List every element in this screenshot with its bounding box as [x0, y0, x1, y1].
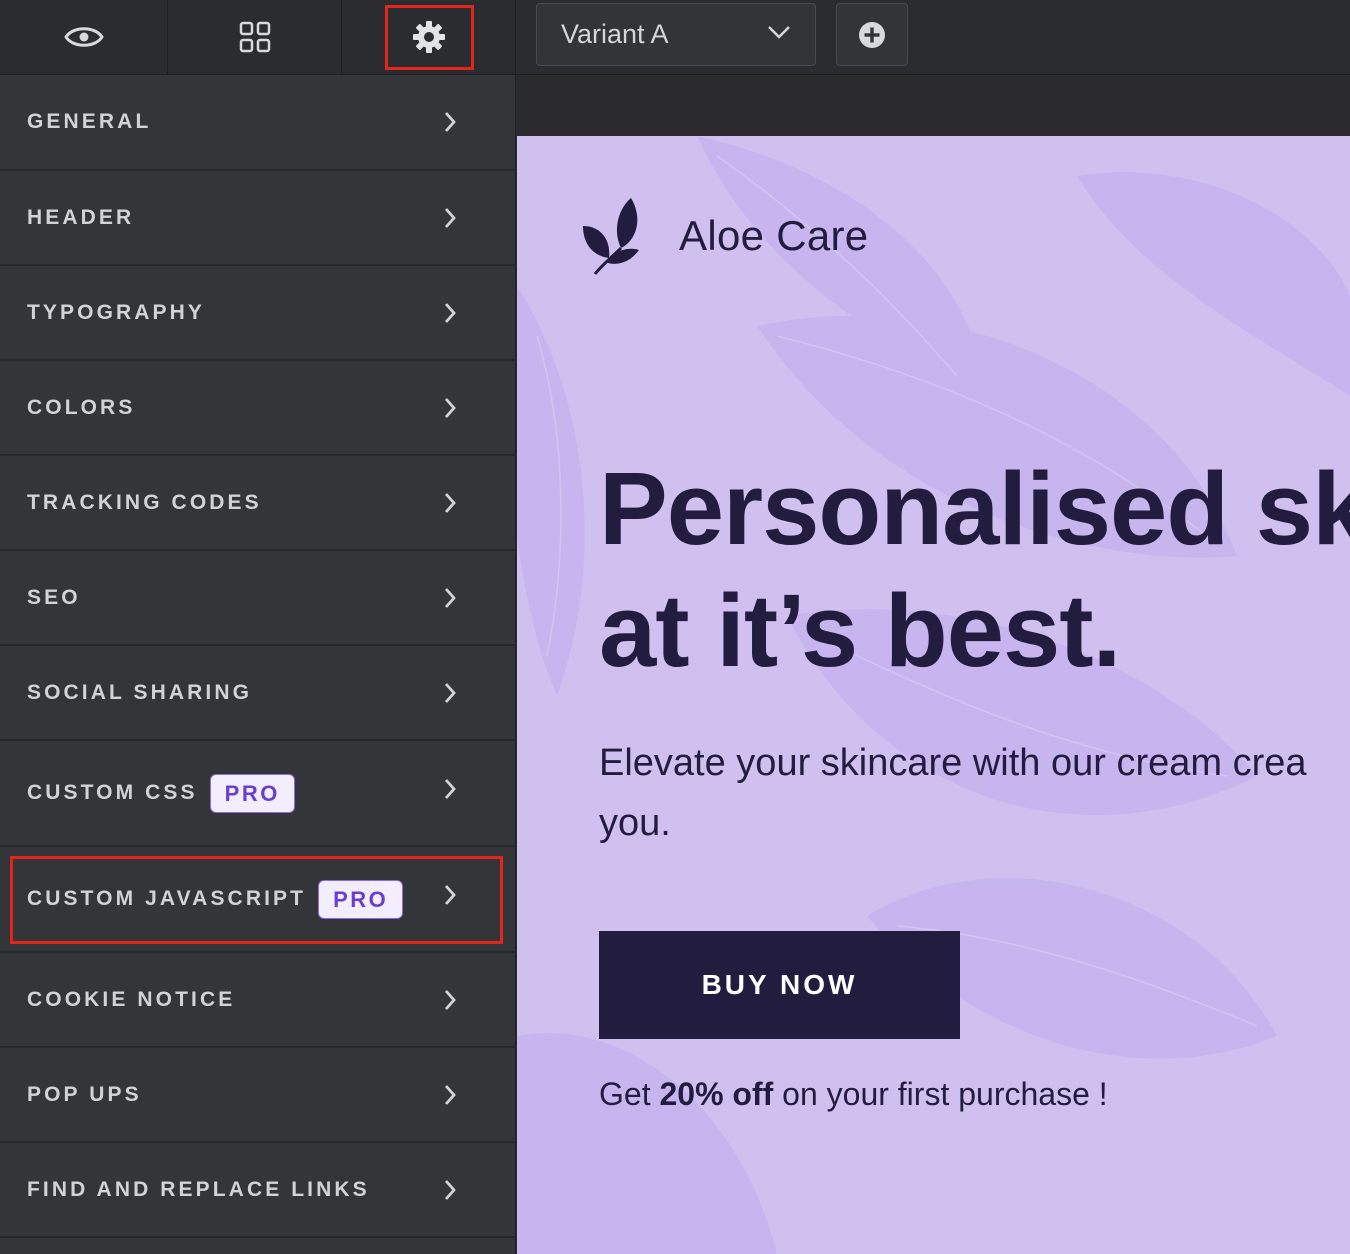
- chevron-right-icon: [444, 885, 456, 905]
- menu-item-seo[interactable]: SEO: [0, 551, 516, 646]
- promo-discount: 20% off: [659, 1076, 774, 1112]
- hero-subcopy-line-1: Elevate your skincare with our cream cre…: [599, 742, 1307, 784]
- chevron-right-icon: [444, 1179, 456, 1200]
- variant-select-value: Variant A: [561, 19, 669, 49]
- hero-headline: Personalised sk at it’s best.: [599, 448, 1350, 692]
- menu-item-header[interactable]: HEADER: [0, 171, 516, 266]
- chevron-right-icon: [444, 302, 456, 323]
- eye-icon: [63, 27, 104, 47]
- hero-headline-line-1: Personalised sk: [599, 451, 1350, 566]
- settings-tab[interactable]: [342, 0, 516, 74]
- menu-item-colors[interactable]: COLORS: [0, 361, 516, 456]
- promo-text: Get 20% off on your first purchase !: [599, 1076, 1108, 1113]
- menu-item-cookie-notice[interactable]: COOKIE NOTICE: [0, 953, 516, 1048]
- menu-item-label: COLORS: [27, 395, 136, 419]
- menu-item-label: TRACKING CODES: [27, 490, 262, 514]
- add-variant-button[interactable]: [836, 3, 908, 66]
- pro-badge: PRO: [209, 773, 295, 813]
- chevron-right-icon: [444, 587, 456, 608]
- hero-subcopy: Elevate your skincare with our cream cre…: [599, 733, 1350, 853]
- menu-item-label: FIND AND REPLACE LINKS: [27, 1177, 370, 1201]
- menu-item-pop-ups[interactable]: POP UPS: [0, 1048, 516, 1143]
- grid-icon: [239, 21, 270, 53]
- chevron-right-icon: [444, 779, 456, 799]
- menu-item-label: SEO: [27, 585, 81, 609]
- chevron-right-icon: [444, 397, 456, 418]
- promo-text-start: Get: [599, 1076, 660, 1112]
- menu-item-social-sharing[interactable]: SOCIAL SHARING: [0, 646, 516, 741]
- hero-subcopy-line-2: you.: [599, 802, 671, 844]
- menu-item-label: HEADER: [27, 205, 135, 229]
- menu-item-typography[interactable]: TYPOGRAPHY: [0, 266, 516, 361]
- top-toolbar: Variant A: [0, 0, 1350, 75]
- menu-item-find-and-replace-links[interactable]: FIND AND REPLACE LINKS: [0, 1143, 516, 1238]
- menu-item-label: SOCIAL SHARING: [27, 680, 253, 704]
- variant-select[interactable]: Variant A: [536, 3, 816, 66]
- buy-now-button[interactable]: BUY NOW: [599, 931, 960, 1039]
- chevron-right-icon: [444, 989, 456, 1010]
- menu-item-tracking-codes[interactable]: TRACKING CODES: [0, 456, 516, 551]
- settings-sidebar: GENERAL HEADER TYPOGRAPHY COLORS TRACKIN…: [0, 75, 516, 1254]
- chevron-right-icon: [444, 492, 456, 513]
- chevron-right-icon: [444, 112, 456, 132]
- menu-item-general[interactable]: GENERAL: [0, 75, 516, 171]
- menu-item-custom-css[interactable]: CUSTOM CSS PRO: [0, 741, 516, 847]
- page-preview[interactable]: Aloe Care Personalised sk at it’s best. …: [517, 136, 1350, 1254]
- menu-item-label: COOKIE NOTICE: [27, 987, 236, 1011]
- chevron-right-icon: [444, 1084, 456, 1105]
- leaf-logo-icon: [583, 198, 639, 275]
- plus-circle-icon: [859, 21, 885, 48]
- menu-item-label: TYPOGRAPHY: [27, 300, 206, 324]
- chevron-right-icon: [444, 207, 456, 228]
- pro-badge: PRO: [318, 879, 404, 919]
- menu-item-label: CUSTOM JAVASCRIPT: [27, 887, 307, 910]
- chevron-right-icon: [444, 682, 456, 703]
- brand-name: Aloe Care: [679, 212, 869, 259]
- menu-item-label: CUSTOM CSS: [27, 781, 198, 804]
- menu-item-label: POP UPS: [27, 1082, 142, 1106]
- canvas-top-strip: [517, 75, 1350, 136]
- promo-text-end: on your first purchase !: [773, 1076, 1108, 1112]
- menu-item-custom-javascript[interactable]: CUSTOM JAVASCRIPT PRO: [0, 847, 516, 953]
- chevron-down-icon: [768, 26, 790, 39]
- gear-icon: [412, 21, 445, 53]
- sections-tab[interactable]: [168, 0, 342, 74]
- brand[interactable]: Aloe Care: [581, 196, 868, 276]
- preview-tab[interactable]: [0, 0, 168, 74]
- hero-headline-line-2: at it’s best.: [599, 573, 1121, 688]
- menu-item-label: GENERAL: [27, 110, 152, 133]
